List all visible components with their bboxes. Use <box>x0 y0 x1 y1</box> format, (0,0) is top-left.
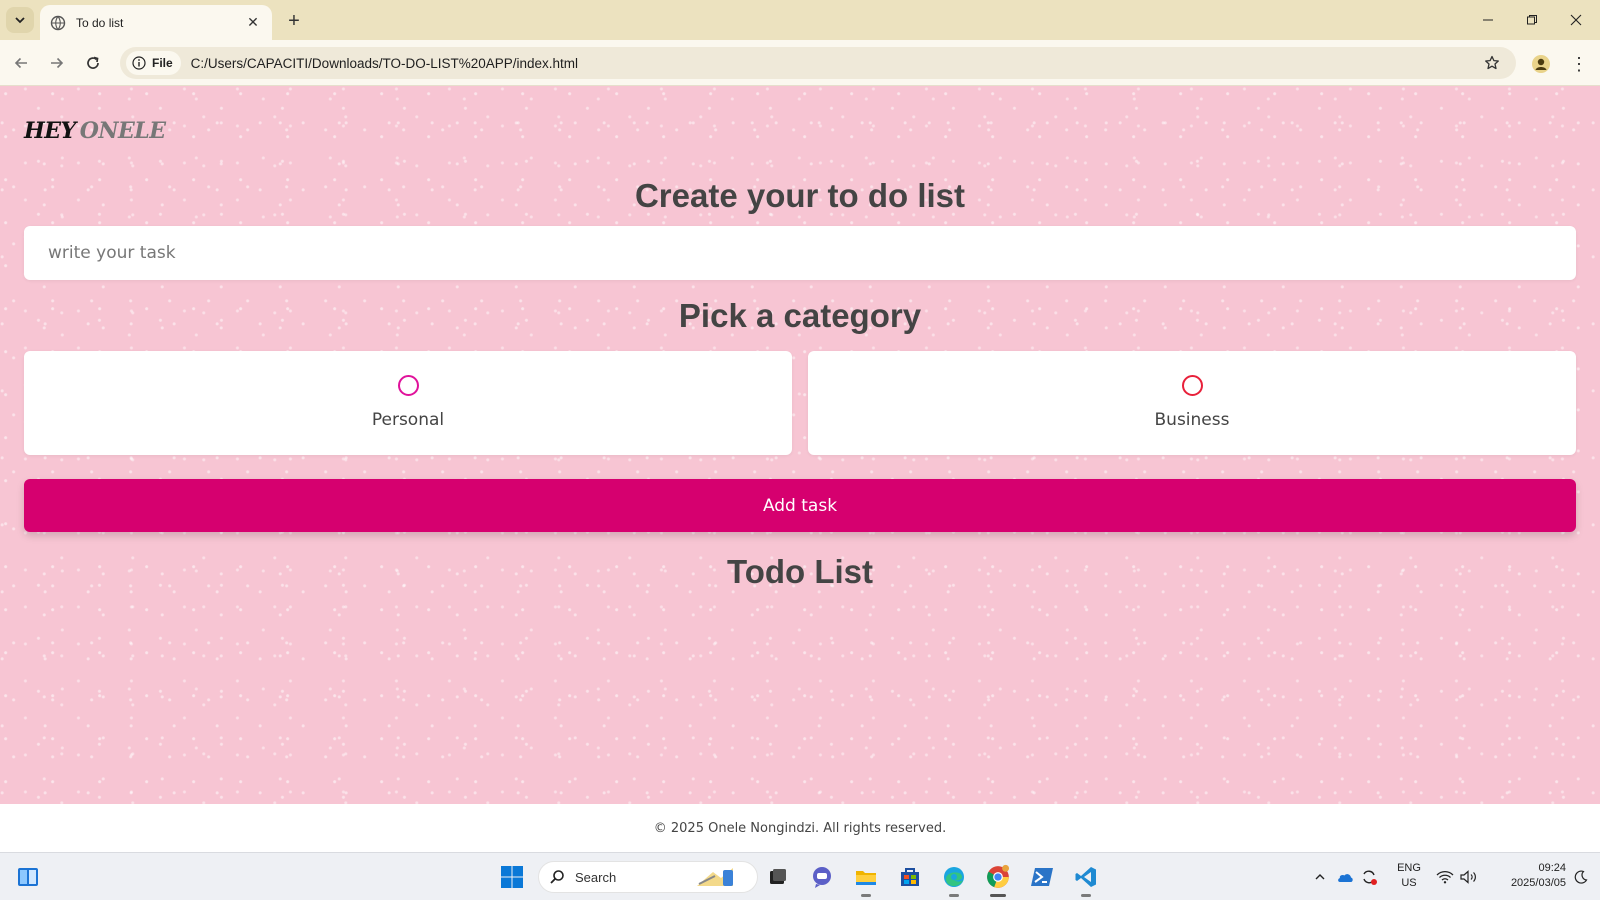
language-code: ENG <box>1397 862 1421 874</box>
reload-button[interactable] <box>80 50 106 76</box>
todo-app-page: HEYONELE Create your to do list Pick a c… <box>0 86 1600 804</box>
close-tab-icon[interactable]: ✕ <box>244 14 262 32</box>
arrow-right-icon <box>51 57 64 69</box>
tab-search-button[interactable] <box>6 7 34 33</box>
file-explorer-icon[interactable] <box>850 861 882 897</box>
wifi-icon[interactable] <box>1434 861 1456 893</box>
task-view-icon[interactable] <box>762 861 794 893</box>
browser-toolbar: File C:/Users/CAPACITI/Downloads/TO-DO-L… <box>0 40 1600 86</box>
windows-taskbar: Search ENG US 09:24 2025/03/05 <box>0 852 1600 900</box>
file-chip-label: File <box>152 56 173 70</box>
focus-moon-icon[interactable] <box>1570 861 1592 893</box>
footer-copyright: © 2025 Onele Nongindzi. All rights reser… <box>653 820 947 836</box>
url-text: C:/Users/CAPACITI/Downloads/TO-DO-LIST%2… <box>190 55 579 71</box>
site-logo[interactable]: HEY ONELE <box>24 118 166 144</box>
search-icon <box>550 870 564 884</box>
keyboard-region: US <box>1401 877 1417 889</box>
info-icon <box>132 56 146 70</box>
business-radio[interactable] <box>1181 374 1203 396</box>
windows-start-icon[interactable] <box>496 861 528 893</box>
business-label: Business <box>1154 409 1230 430</box>
logo-word-hey: HEY <box>24 118 76 144</box>
profile-avatar-icon[interactable] <box>1528 51 1554 77</box>
logo-word-onele: ONELE <box>79 118 166 144</box>
chrome-browser-icon[interactable] <box>982 861 1014 897</box>
browser-menu-icon[interactable]: ⋮ <box>1568 51 1590 77</box>
reload-icon <box>87 56 99 69</box>
clock-date: 2025/03/05 <box>1510 877 1566 889</box>
explorer-running-indicator <box>861 894 871 897</box>
taskbar-search-label: Search <box>575 869 617 885</box>
chrome-active-indicator <box>990 894 1006 897</box>
arrow-left-icon <box>14 57 27 69</box>
show-hidden-icons-chevron-icon[interactable] <box>1310 861 1330 893</box>
teams-chat-icon[interactable] <box>806 861 838 893</box>
personal-radio[interactable] <box>397 374 419 396</box>
microsoft-store-icon[interactable] <box>894 861 926 893</box>
tab-title: To do list <box>76 15 124 30</box>
taskbar-search-box[interactable]: Search <box>538 861 758 893</box>
clock[interactable]: 09:24 2025/03/05 <box>1490 861 1566 891</box>
task-input[interactable] <box>24 226 1576 280</box>
page-footer: © 2025 Onele Nongindzi. All rights reser… <box>0 804 1600 852</box>
category-heading: Pick a category <box>678 297 922 334</box>
category-option-business[interactable]: Business <box>808 351 1576 455</box>
new-tab-button[interactable]: + <box>282 9 306 33</box>
personal-label: Personal <box>371 409 445 430</box>
sync-status-icon[interactable] <box>1358 861 1380 893</box>
close-window-button[interactable] <box>1556 8 1596 32</box>
category-option-personal[interactable]: Personal <box>24 351 792 455</box>
address-bar[interactable]: File C:/Users/CAPACITI/Downloads/TO-DO-L… <box>120 47 1516 79</box>
browser-tab-bar: To do list ✕ + <box>0 0 1600 40</box>
todo-list-heading: Todo List <box>726 553 874 590</box>
globe-icon <box>50 15 66 31</box>
browser-tab-active[interactable]: To do list ✕ <box>40 5 272 40</box>
volume-icon[interactable] <box>1458 861 1480 893</box>
widgets-icon[interactable] <box>12 861 44 893</box>
vscode-icon[interactable] <box>1070 861 1102 897</box>
restore-window-button[interactable] <box>1512 8 1552 32</box>
language-indicator[interactable]: ENG US <box>1394 861 1424 891</box>
clock-time: 09:24 <box>1538 862 1566 874</box>
forward-button[interactable] <box>44 50 70 76</box>
chevron-down-icon <box>15 17 25 24</box>
add-task-button[interactable]: Add task <box>24 479 1576 532</box>
back-button[interactable] <box>8 50 34 76</box>
powershell-icon[interactable] <box>1026 861 1058 893</box>
edge-browser-icon[interactable] <box>938 861 970 897</box>
minimize-window-button[interactable] <box>1468 8 1508 32</box>
search-highlight-illustration-icon <box>697 868 733 886</box>
onedrive-cloud-icon[interactable] <box>1334 861 1356 893</box>
site-info-chip[interactable]: File <box>126 51 181 75</box>
edge-running-indicator <box>949 894 959 897</box>
bookmark-star-icon[interactable] <box>1482 53 1502 73</box>
vscode-running-indicator <box>1081 894 1091 897</box>
create-list-heading: Create your to do list <box>634 177 966 214</box>
